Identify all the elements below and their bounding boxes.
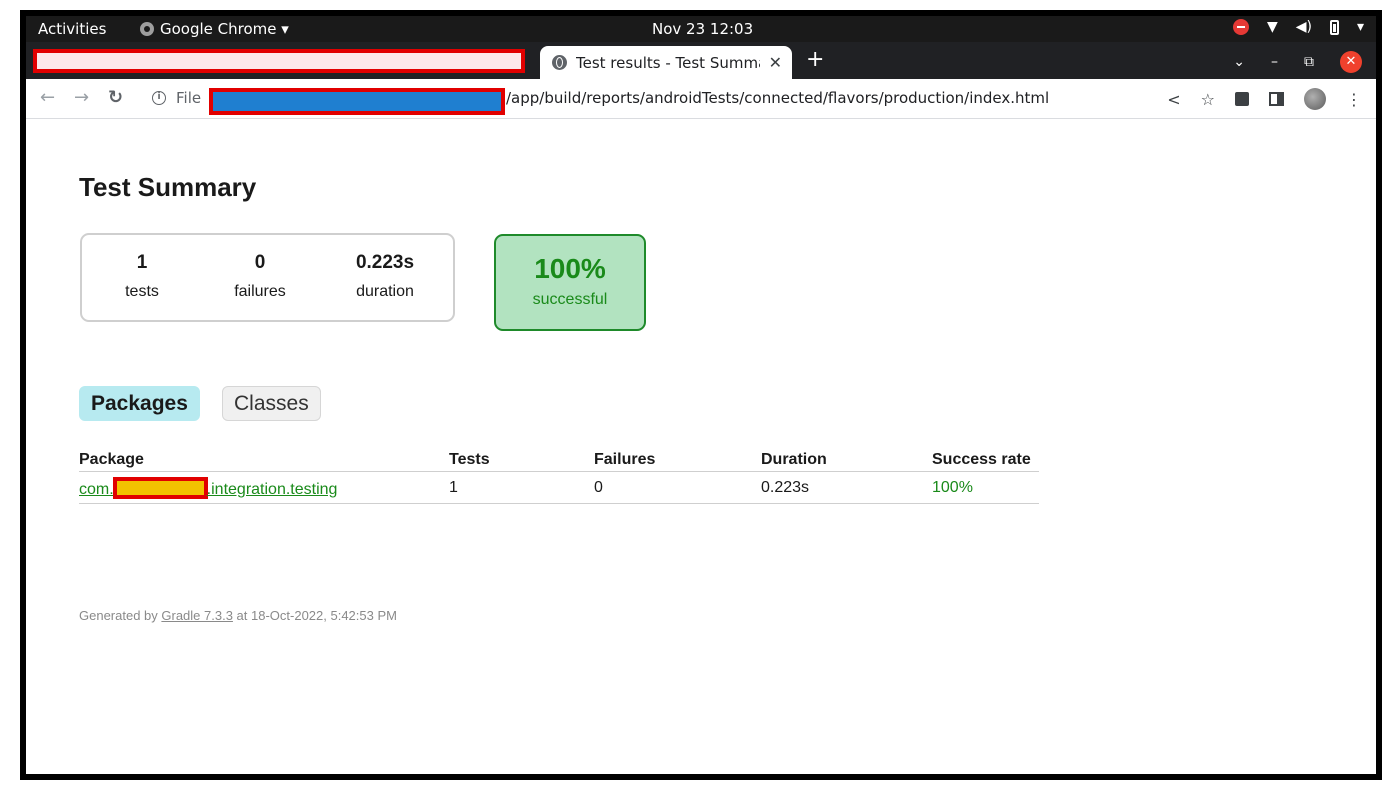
failures-count: 0 bbox=[254, 252, 266, 273]
close-tab-icon[interactable]: ✕ bbox=[769, 54, 782, 71]
minimize-icon[interactable]: – bbox=[1271, 54, 1278, 70]
header-package: Package bbox=[79, 450, 449, 472]
duration-value: 0.223s bbox=[355, 252, 415, 273]
desktop-screen: Activities Google Chrome ▾ Nov 23 12:03 … bbox=[26, 16, 1376, 774]
tab-test-results[interactable]: Test results - Test Summary ✕ bbox=[540, 46, 792, 79]
table-row: com. .integration.testing 1 0 0.223s 100% bbox=[79, 471, 1039, 504]
summary-counters: 1 tests 0 failures 0.223s duration bbox=[80, 233, 455, 322]
system-top-bar: Activities Google Chrome ▾ Nov 23 12:03 … bbox=[26, 16, 1376, 42]
footer-suffix: at 18-Oct-2022, 5:42:53 PM bbox=[232, 608, 397, 623]
volume-icon: ◀) bbox=[1295, 19, 1312, 35]
packages-table: Package Tests Failures Duration Success … bbox=[79, 450, 1039, 504]
side-panel-icon[interactable] bbox=[1269, 92, 1284, 106]
window-controls: ⌄ – ⧉ ✕ bbox=[1233, 51, 1362, 73]
success-rate-label: successful bbox=[532, 291, 608, 308]
tab-search-icon[interactable]: ⌄ bbox=[1233, 54, 1245, 70]
close-window-icon[interactable]: ✕ bbox=[1340, 51, 1362, 73]
extensions-icon[interactable] bbox=[1235, 92, 1249, 106]
failures-label: failures bbox=[234, 283, 286, 300]
duration-counter: 0.223s duration bbox=[340, 251, 430, 301]
new-tab-button[interactable]: + bbox=[806, 48, 824, 72]
header-tests: Tests bbox=[449, 450, 594, 472]
footer: Generated by Gradle 7.3.3 at 18-Oct-2022… bbox=[79, 608, 397, 623]
tests-count: 1 bbox=[136, 252, 148, 273]
package-link[interactable]: com. .integration.testing bbox=[79, 476, 338, 499]
table-header-row: Package Tests Failures Duration Success … bbox=[79, 450, 1039, 472]
more-menu-icon[interactable]: ⋮ bbox=[1346, 90, 1362, 109]
activities-button[interactable]: Activities bbox=[38, 20, 106, 38]
battery-icon bbox=[1329, 19, 1339, 35]
back-arrow-icon[interactable]: ← bbox=[40, 87, 55, 109]
app-menu-label: Google Chrome ▾ bbox=[160, 20, 289, 38]
failures-counter: 0 failures bbox=[220, 251, 300, 301]
duration-label: duration bbox=[356, 283, 414, 300]
clock[interactable]: Nov 23 12:03 bbox=[652, 20, 753, 38]
tab-packages[interactable]: Packages bbox=[79, 386, 200, 421]
redacted-package-segment bbox=[112, 476, 208, 499]
toolbar-actions: < ☆ ⋮ bbox=[1167, 88, 1362, 110]
forward-arrow-icon[interactable]: → bbox=[74, 87, 89, 109]
tests-counter: 1 tests bbox=[112, 251, 172, 301]
share-icon[interactable]: < bbox=[1167, 90, 1180, 109]
success-rate-value: 100% bbox=[534, 253, 606, 284]
chrome-icon bbox=[140, 22, 154, 36]
profile-avatar[interactable] bbox=[1304, 88, 1326, 110]
reload-icon[interactable]: ↻ bbox=[108, 87, 123, 109]
tab-strip: Test results - Test Summary ✕ + ⌄ – ⧉ ✕ bbox=[26, 42, 1376, 79]
header-success-rate: Success rate bbox=[932, 450, 1039, 472]
tests-cell: 1 bbox=[449, 471, 594, 504]
page-title: Test Summary bbox=[79, 172, 257, 202]
tab-classes[interactable]: Classes bbox=[222, 386, 321, 421]
failures-cell: 0 bbox=[594, 471, 761, 504]
tests-label: tests bbox=[125, 283, 159, 300]
success-rate-cell: 100% bbox=[932, 471, 1039, 504]
do-not-disturb-icon bbox=[1232, 19, 1249, 35]
system-tray[interactable]: ▼ ◀) ▾ bbox=[1232, 19, 1364, 35]
restore-icon[interactable]: ⧉ bbox=[1304, 54, 1314, 70]
info-icon[interactable]: i bbox=[152, 91, 166, 105]
header-failures: Failures bbox=[594, 450, 761, 472]
package-suffix: .integration.testing bbox=[206, 480, 338, 498]
header-duration: Duration bbox=[761, 450, 932, 472]
duration-cell: 0.223s bbox=[761, 471, 932, 504]
wifi-icon: ▼ bbox=[1266, 19, 1278, 35]
url-scheme-label[interactable]: File bbox=[176, 89, 201, 107]
redacted-tab[interactable] bbox=[33, 49, 525, 73]
gradle-link[interactable]: Gradle 7.3.3 bbox=[161, 608, 233, 623]
app-menu-button[interactable]: Google Chrome ▾ bbox=[140, 20, 289, 38]
browser-toolbar: ← → ↻ i File /app/build/reports/androidT… bbox=[26, 79, 1376, 119]
tab-title: Test results - Test Summary bbox=[576, 53, 760, 72]
redacted-url-segment[interactable] bbox=[209, 88, 505, 115]
report-page: Test Summary 1 tests 0 failures 0.223s d… bbox=[26, 120, 1376, 774]
url-text[interactable]: /app/build/reports/androidTests/connecte… bbox=[506, 89, 1049, 107]
package-cell: com. .integration.testing bbox=[79, 471, 449, 504]
footer-prefix: Generated by bbox=[79, 608, 162, 623]
globe-icon bbox=[552, 55, 567, 70]
bookmark-star-icon[interactable]: ☆ bbox=[1201, 90, 1215, 109]
package-prefix: com. bbox=[79, 480, 114, 498]
success-rate-box: 100% successful bbox=[494, 234, 646, 331]
system-menu-arrow-icon: ▾ bbox=[1356, 19, 1364, 35]
